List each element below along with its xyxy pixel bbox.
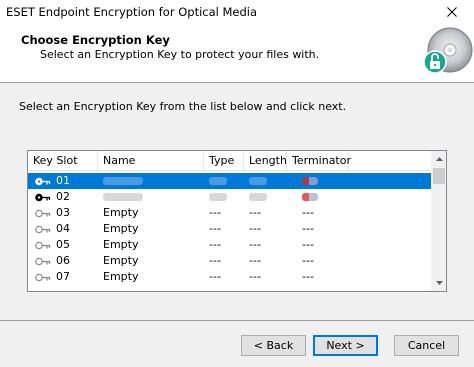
window-title: ESET Endpoint Encryption for Optical Med… — [6, 5, 258, 19]
key-name-cell: Empty — [103, 238, 139, 251]
redacted-value — [103, 177, 143, 185]
redacted-value — [249, 177, 267, 185]
chevron-up-icon — [435, 157, 443, 161]
column-header-name[interactable]: Name — [98, 151, 204, 171]
key-type-cell: --- — [209, 238, 221, 251]
scroll-up-button[interactable] — [431, 151, 446, 167]
key-terminator-cell: --- — [302, 238, 314, 251]
vertical-scrollbar[interactable] — [431, 151, 446, 291]
key-empty-icon — [35, 273, 51, 282]
key-slot-list[interactable]: Key Slot Name Type Length Terminator 01 0… — [27, 150, 447, 292]
key-name-cell: Empty — [103, 206, 139, 219]
key-slot-cell: 06 — [56, 254, 70, 267]
key-terminator-cell: --- — [302, 222, 314, 235]
table-row[interactable]: 01 — [28, 173, 431, 189]
back-button[interactable]: < Back — [241, 335, 306, 356]
key-terminator-cell — [302, 189, 318, 205]
key-length-cell — [249, 189, 267, 205]
key-empty-icon — [35, 225, 51, 234]
flag-icon — [302, 177, 318, 185]
scroll-thumb[interactable] — [433, 168, 445, 184]
key-type-cell: --- — [209, 254, 221, 267]
key-length-cell: --- — [249, 222, 261, 235]
key-slot-cell: 01 — [56, 174, 70, 187]
key-dark-icon — [35, 177, 51, 186]
table-row[interactable]: 05 Empty --- --- --- — [28, 237, 431, 253]
key-length-cell: --- — [249, 254, 261, 267]
column-header-length[interactable]: Length — [244, 151, 287, 171]
wizard-footer: < Back Next > Cancel — [0, 321, 474, 367]
key-terminator-cell — [302, 173, 318, 189]
page-subtitle: Select an Encryption Key to protect your… — [40, 48, 320, 61]
table-row[interactable]: 06 Empty --- --- --- — [28, 253, 431, 269]
key-dark-icon — [35, 193, 51, 202]
redacted-value — [249, 193, 267, 201]
key-length-cell: --- — [249, 270, 261, 283]
title-bar: ESET Endpoint Encryption for Optical Med… — [0, 0, 474, 24]
key-empty-icon — [35, 257, 51, 266]
key-length-cell — [249, 173, 267, 189]
key-type-cell — [209, 173, 227, 189]
key-empty-icon — [35, 241, 51, 250]
wizard-body: Select an Encryption Key from the list b… — [0, 83, 474, 320]
key-length-cell: --- — [249, 206, 261, 219]
list-header: Key Slot Name Type Length Terminator — [28, 151, 431, 171]
column-header-terminator[interactable]: Terminator — [287, 151, 351, 171]
page-title: Choose Encryption Key — [21, 33, 170, 47]
key-terminator-cell: --- — [302, 206, 314, 219]
key-name-cell — [103, 189, 143, 205]
key-type-cell — [209, 189, 227, 205]
key-type-cell: --- — [209, 270, 221, 283]
close-button[interactable] — [430, 0, 474, 24]
key-empty-icon — [35, 209, 51, 218]
key-slot-cell: 07 — [56, 270, 70, 283]
close-icon — [447, 7, 457, 17]
chevron-down-icon — [435, 281, 443, 285]
wizard-header: Choose Encryption Key Select an Encrypti… — [0, 24, 474, 82]
redacted-value — [103, 193, 143, 201]
key-length-cell: --- — [249, 238, 261, 251]
column-header-type[interactable]: Type — [204, 151, 244, 171]
redacted-value — [209, 193, 227, 201]
key-type-cell: --- — [209, 222, 221, 235]
flag-icon — [302, 193, 318, 201]
key-terminator-cell: --- — [302, 270, 314, 283]
instruction-text: Select an Encryption Key from the list b… — [19, 100, 347, 113]
key-terminator-cell: --- — [302, 254, 314, 267]
key-slot-cell: 02 — [56, 190, 70, 203]
table-row[interactable]: 03 Empty --- --- --- — [28, 205, 431, 221]
table-row[interactable]: 02 — [28, 189, 431, 205]
table-row[interactable]: 07 Empty --- --- --- — [28, 269, 431, 285]
scroll-down-button[interactable] — [431, 275, 446, 291]
key-slot-cell: 04 — [56, 222, 70, 235]
cancel-button[interactable]: Cancel — [394, 335, 459, 356]
key-name-cell: Empty — [103, 222, 139, 235]
key-type-cell: --- — [209, 206, 221, 219]
next-button[interactable]: Next > — [313, 335, 378, 356]
column-header-key-slot[interactable]: Key Slot — [28, 151, 98, 171]
key-name-cell: Empty — [103, 270, 139, 283]
key-slot-cell: 05 — [56, 238, 70, 251]
key-slot-cell: 03 — [56, 206, 70, 219]
redacted-value — [209, 177, 227, 185]
key-name-cell: Empty — [103, 254, 139, 267]
table-row[interactable]: 04 Empty --- --- --- — [28, 221, 431, 237]
key-name-cell — [103, 173, 143, 189]
encrypted-disc-icon — [423, 27, 473, 74]
